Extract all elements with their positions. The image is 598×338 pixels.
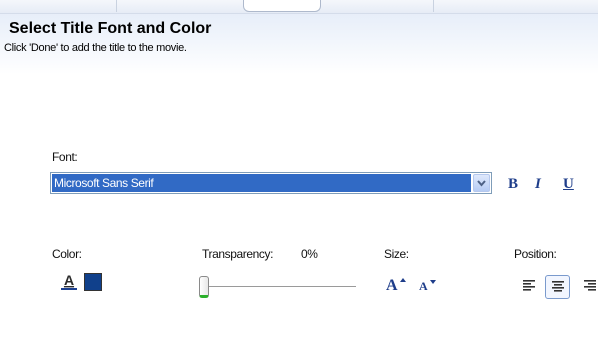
page-title: Select Title Font and Color xyxy=(9,20,212,37)
svg-text:A: A xyxy=(386,277,398,293)
bold-button[interactable]: B xyxy=(508,176,518,193)
align-center-icon xyxy=(552,281,564,292)
transparency-label: Transparency: xyxy=(202,247,274,261)
color-label: Color: xyxy=(52,247,82,261)
tab-divider xyxy=(116,0,117,12)
size-label: Size: xyxy=(384,247,409,261)
tab-divider xyxy=(433,0,434,12)
dropdown-arrow-button[interactable] xyxy=(473,174,490,192)
position-label: Position: xyxy=(514,247,557,261)
align-center-button[interactable] xyxy=(545,275,570,299)
transparency-slider-thumb[interactable] xyxy=(199,276,209,298)
top-tab-strip xyxy=(0,0,598,14)
svg-text:A: A xyxy=(419,279,428,293)
align-right-icon[interactable] xyxy=(583,279,597,293)
svg-text:A: A xyxy=(64,272,74,288)
font-dropdown-value: Microsoft Sans Serif xyxy=(52,174,471,192)
decrease-font-size-icon[interactable]: A xyxy=(418,277,438,293)
italic-button[interactable]: I xyxy=(535,176,541,193)
underline-button[interactable]: U xyxy=(563,176,574,193)
transparency-slider-track[interactable] xyxy=(203,286,356,288)
chevron-down-icon xyxy=(477,180,486,187)
page-subtitle: Click 'Done' to add the title to the mov… xyxy=(4,42,187,54)
font-dropdown[interactable]: Microsoft Sans Serif xyxy=(50,172,492,194)
tab-handle[interactable] xyxy=(243,0,321,12)
color-swatch-button[interactable] xyxy=(84,273,102,291)
align-left-icon[interactable] xyxy=(522,279,536,293)
transparency-value: 0% xyxy=(301,247,318,261)
font-label: Font: xyxy=(52,150,78,164)
increase-font-size-icon[interactable]: A xyxy=(385,275,407,294)
font-color-icon[interactable]: A xyxy=(59,272,79,292)
